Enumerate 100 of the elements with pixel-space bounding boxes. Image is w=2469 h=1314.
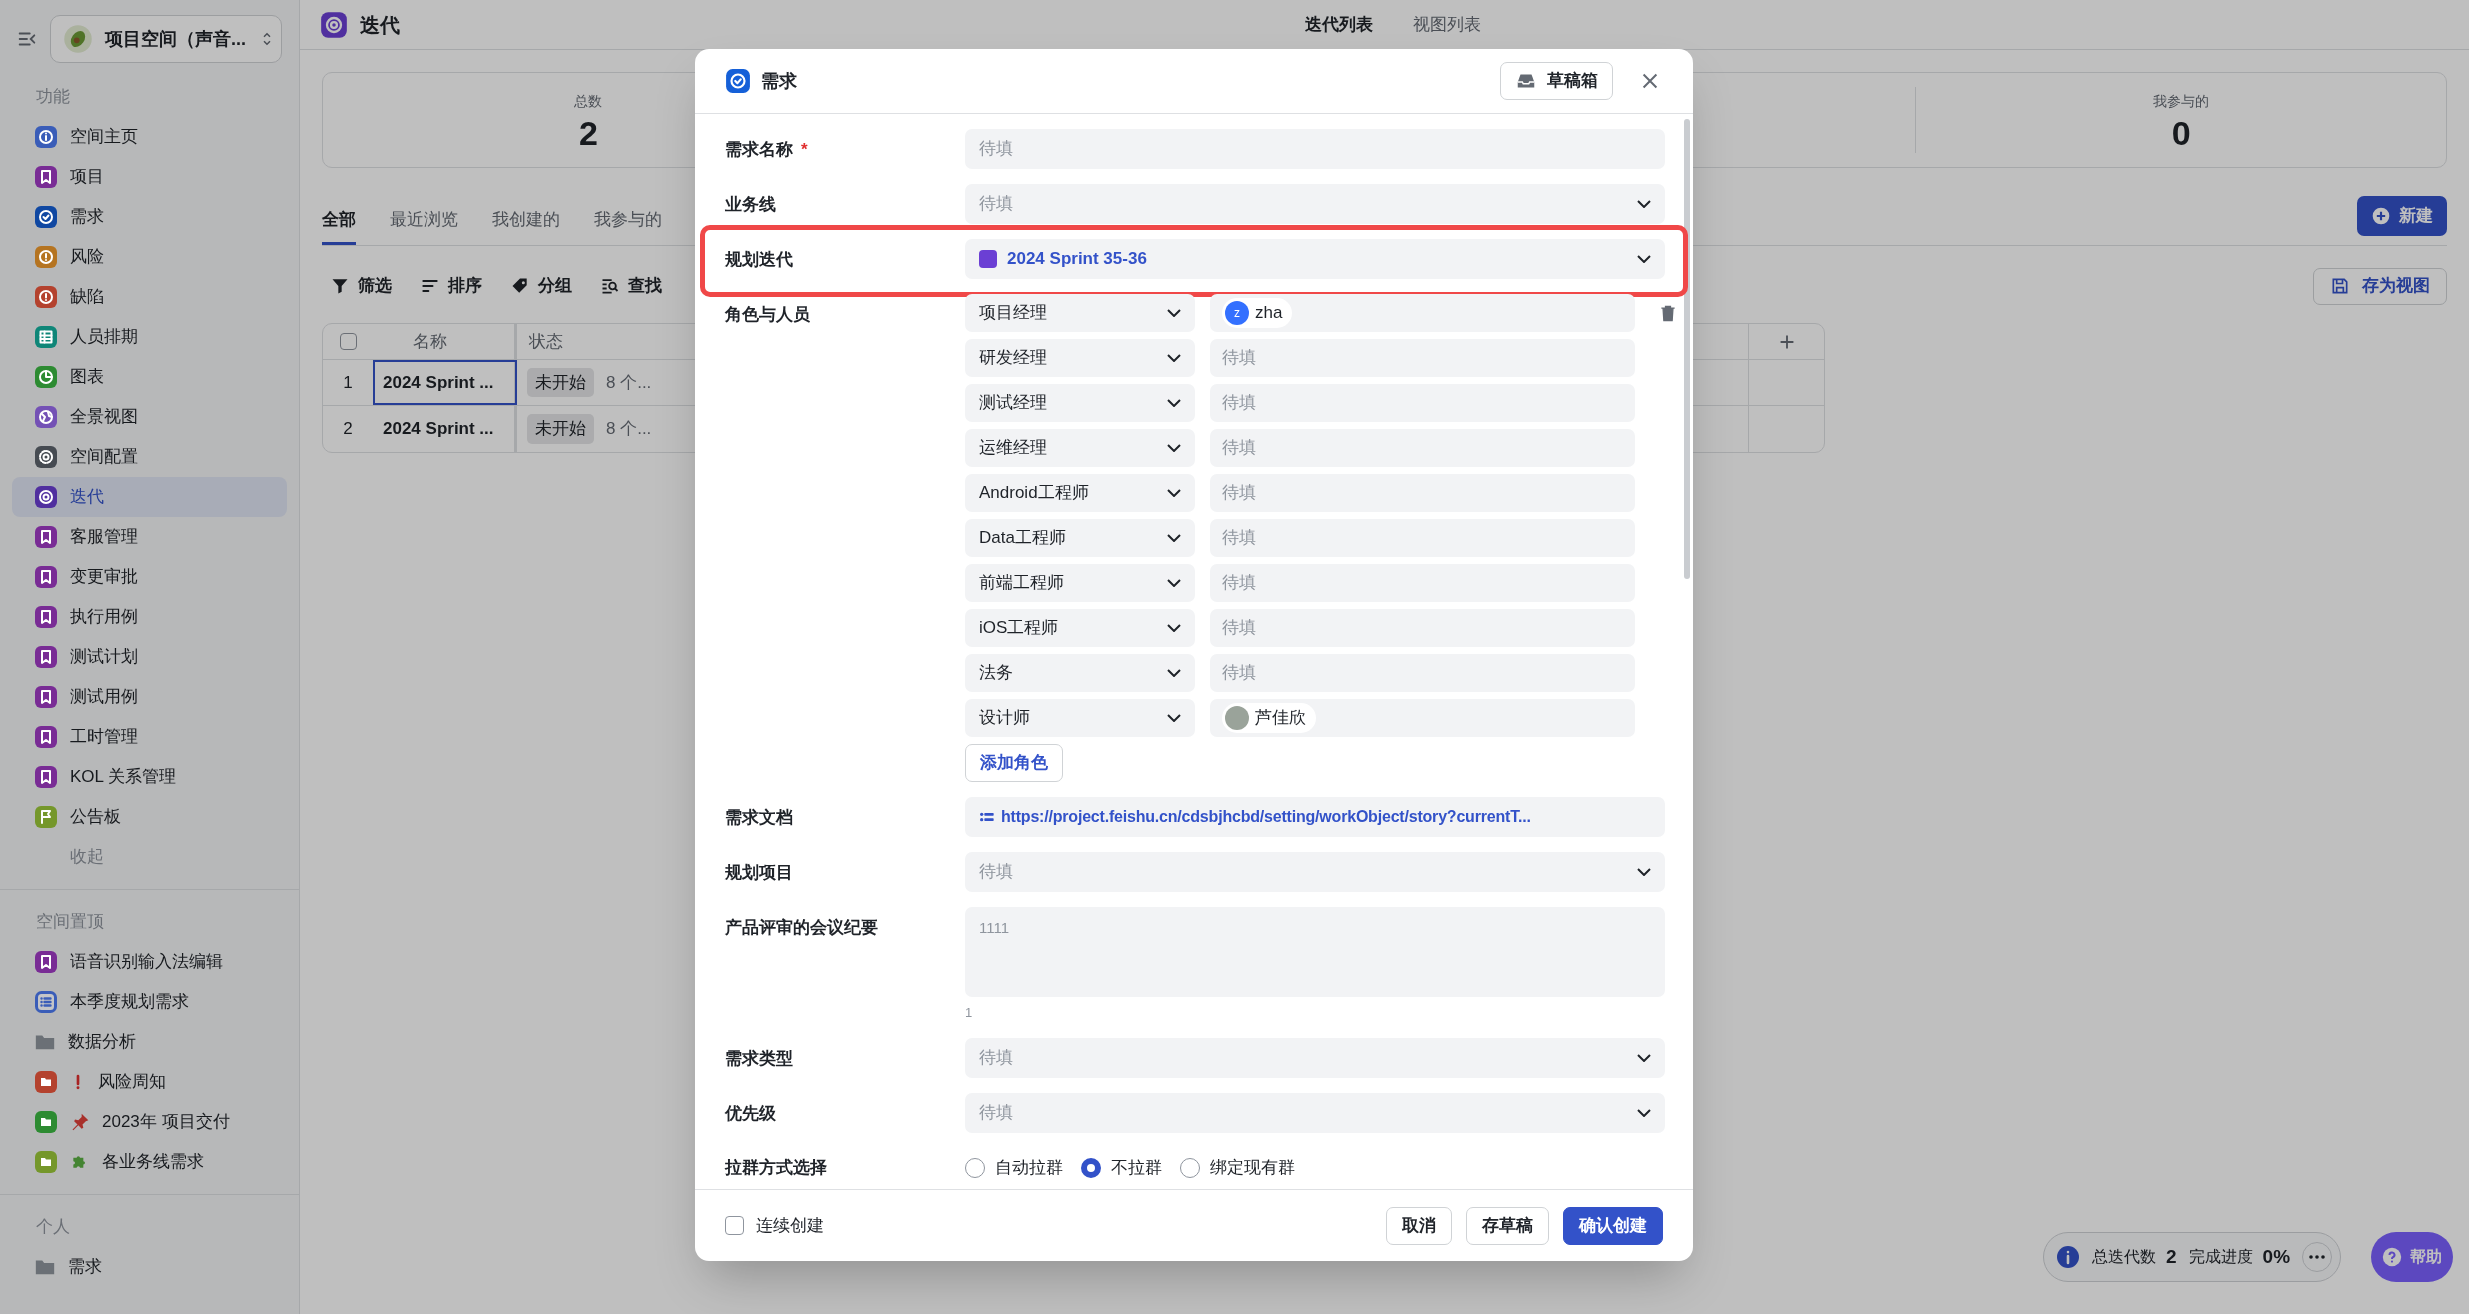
select-field[interactable]: 2024 Sprint 35-36 — [965, 239, 1665, 279]
filter-tab[interactable]: 我创建的 — [492, 198, 560, 245]
person-field[interactable]: z zha — [1210, 294, 1635, 332]
filter-icon — [330, 276, 350, 296]
sidebar-item[interactable]: 变更审批 — [12, 557, 287, 597]
sidebar-item[interactable]: 需求 — [12, 197, 287, 237]
sidebar-item[interactable]: 空间主页 — [12, 117, 287, 157]
stat-value: 0 — [2171, 115, 2191, 150]
sidebar-item[interactable]: 需求 — [12, 1247, 287, 1287]
role-select[interactable]: 法务 — [965, 654, 1195, 692]
row-number: 2 — [343, 418, 353, 441]
stat-label: 我参与的 — [2153, 91, 2210, 111]
role-select[interactable]: 项目经理 — [965, 294, 1195, 332]
link-field[interactable]: https://project.feishu.cn/cdsbjhcbd/setting/workObject/story?currentT... — [965, 797, 1665, 837]
summary-value: 0% — [2262, 1244, 2291, 1269]
new-button[interactable]: 新建 — [2357, 196, 2447, 236]
toolbar-button[interactable]: 分组 — [510, 273, 572, 299]
role-select[interactable]: 设计师 — [965, 699, 1195, 737]
radio-option[interactable]: 不拉群 — [1081, 1154, 1162, 1181]
toolbar-button[interactable]: 排序 — [420, 273, 482, 299]
role-select[interactable]: Data工程师 — [965, 519, 1195, 557]
summary-value: 2 — [2166, 1244, 2177, 1269]
section-title: 功能 — [35, 86, 71, 109]
text-input[interactable]: 待填 — [965, 129, 1665, 169]
continuous-create-checkbox[interactable]: 连续创建 — [725, 1212, 824, 1239]
toolbar-button[interactable]: 查找 — [600, 273, 662, 299]
required-mark: * — [801, 139, 808, 161]
field-label: 业务线 — [725, 194, 776, 216]
sidebar-item[interactable]: 执行用例 — [12, 597, 287, 637]
help-button[interactable]: 帮助 — [2371, 1232, 2453, 1282]
footer-button[interactable]: 确认创建 — [1563, 1206, 1663, 1245]
save-view-button[interactable]: 存为视图 — [2313, 267, 2447, 305]
person-chip: z zha — [1222, 298, 1293, 328]
sidebar-item[interactable]: 风险 — [12, 237, 287, 277]
sidebar-item[interactable]: 客服管理 — [12, 517, 287, 557]
filter-tab[interactable]: 我参与的 — [594, 198, 662, 245]
dialog-title: 需求 — [761, 69, 797, 93]
sidebar-item[interactable]: 语音识别输入法编辑 — [12, 942, 287, 982]
chevron-down-icon — [1167, 534, 1181, 542]
chevron-down-icon — [1637, 868, 1651, 876]
scrollbar-thumb[interactable] — [1684, 119, 1690, 579]
sidebar-item[interactable]: 空间配置 — [12, 437, 287, 477]
chevron-down-icon — [1167, 624, 1181, 632]
stat-label: 总数 — [574, 91, 603, 111]
sidebar-item[interactable]: 公告板 — [12, 797, 287, 837]
sidebar-item[interactable]: 图表 — [12, 357, 287, 397]
column-header: 名称 — [413, 330, 447, 353]
table-cell[interactable]: 2024 Sprint ... — [373, 360, 517, 405]
sidebar-item[interactable]: 各业务线需求 — [12, 1142, 287, 1182]
target-icon — [320, 10, 348, 39]
radio-option[interactable]: 绑定现有群 — [1180, 1154, 1295, 1181]
toolbar-button[interactable]: 筛选 — [330, 273, 392, 299]
view-tab[interactable]: 迭代列表 — [1305, 12, 1373, 38]
field-label: 需求名称 — [725, 139, 793, 161]
avatar-placeholder — [1225, 706, 1249, 730]
status-tag: 未开始 — [527, 414, 594, 444]
table-cell-text: 8 个... — [606, 371, 652, 394]
sidebar-item[interactable]: 项目 — [12, 157, 287, 197]
text-area[interactable]: 1111 — [965, 907, 1665, 997]
sidebar-item[interactable]: 工时管理 — [12, 717, 287, 757]
person-field[interactable]: 芦佳欣 — [1210, 699, 1635, 737]
sidebar-item[interactable]: 数据分析 — [12, 1022, 287, 1062]
sidebar-item[interactable]: 迭代 — [12, 477, 287, 517]
summary-label: 总迭代数 — [2092, 1247, 2156, 1267]
checkbox[interactable] — [725, 1216, 744, 1235]
sidebar-item[interactable]: 全景视图 — [12, 397, 287, 437]
drafts-button[interactable]: 草稿箱 — [1500, 62, 1613, 100]
chevron-down-icon — [1167, 444, 1181, 452]
sidebar-item[interactable]: 2023年 项目交付 — [12, 1102, 287, 1142]
footer-button[interactable]: 取消 — [1386, 1206, 1452, 1245]
select-all-checkbox[interactable] — [339, 333, 357, 350]
role-select[interactable]: 前端工程师 — [965, 564, 1195, 602]
footer-button[interactable]: 存草稿 — [1466, 1206, 1549, 1245]
sidebar-item[interactable]: 缺陷 — [12, 277, 287, 317]
field-label: 规划迭代 — [725, 249, 793, 271]
sidebar-item[interactable]: 本季度规划需求 — [12, 982, 287, 1022]
sidebar-item[interactable]: 人员排期 — [12, 317, 287, 357]
sidebar-item[interactable]: KOL 关系管理 — [12, 757, 287, 797]
plus-circle-icon — [2371, 206, 2391, 226]
trash-icon — [1658, 303, 1678, 323]
info-icon — [2056, 1245, 2080, 1269]
sidebar-item[interactable]: 风险周知 — [12, 1062, 287, 1102]
filter-tab[interactable]: 全部 — [322, 198, 356, 245]
role-select[interactable]: 研发经理 — [965, 339, 1195, 377]
view-tab[interactable]: 视图列表 — [1413, 12, 1481, 38]
table-cell[interactable]: 2024 Sprint ... — [373, 406, 517, 452]
filter-tab[interactable]: 最近浏览 — [390, 198, 458, 245]
radio-button[interactable] — [1081, 1157, 1101, 1178]
help-icon — [2382, 1247, 2402, 1267]
radio-option[interactable]: 自动拉群 — [965, 1154, 1063, 1181]
section-title: 空间置顶 — [35, 911, 105, 934]
role-select[interactable]: Android工程师 — [965, 474, 1195, 512]
field-label: 需求文档 — [725, 807, 793, 829]
role-select[interactable]: 运维经理 — [965, 429, 1195, 467]
add-role-button[interactable]: 添加角色 — [965, 744, 1063, 782]
sidebar-item[interactable]: 测试计划 — [12, 637, 287, 677]
space-selector[interactable]: 项目空间（声音... — [50, 15, 282, 63]
role-select[interactable]: iOS工程师 — [965, 609, 1195, 647]
sidebar-item[interactable]: 测试用例 — [12, 677, 287, 717]
role-select[interactable]: 测试经理 — [965, 384, 1195, 422]
